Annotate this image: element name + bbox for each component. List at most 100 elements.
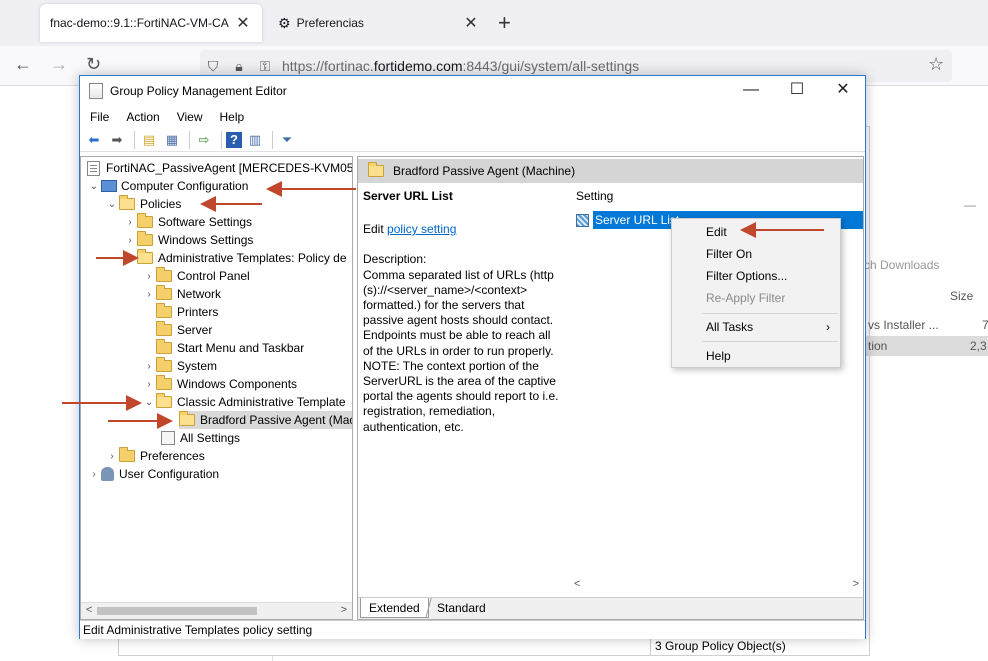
gpo-icon: [87, 160, 100, 176]
edit-policy-line: Edit policy setting: [363, 222, 457, 237]
menu-item-edit[interactable]: Edit: [672, 221, 840, 243]
folder-icon: [156, 267, 172, 282]
help-icon[interactable]: ?: [226, 131, 242, 148]
user-icon: [101, 467, 114, 481]
tree-bradford-passive-agent[interactable]: Bradford Passive Agent (Mac: [179, 411, 352, 429]
tab-extended[interactable]: Extended: [360, 598, 429, 618]
size-column-header: Size: [950, 289, 974, 303]
navigation-tree: FortiNAC_PassiveAgent [MERCEDES-KVM05.BU…: [80, 156, 353, 620]
tree-preferences[interactable]: › Preferences: [105, 447, 205, 465]
folder-icon: [156, 357, 172, 372]
scroll-left-icon[interactable]: <: [86, 604, 92, 616]
chevron-right-icon[interactable]: ›: [142, 289, 156, 300]
download-row-size: 2,3: [970, 339, 987, 353]
window-title: Group Policy Management Editor: [110, 84, 287, 98]
filter-icon[interactable]: ⏷: [277, 130, 297, 150]
window-titlebar[interactable]: Group Policy Management Editor — ☐ ✕: [80, 76, 865, 106]
menu-action[interactable]: Action: [116, 110, 166, 124]
tree-control-panel[interactable]: › Control Panel: [142, 267, 250, 285]
menu-file[interactable]: File: [80, 110, 116, 124]
show-hide-tree-icon[interactable]: ▦: [162, 130, 182, 150]
menu-item-filter-on[interactable]: Filter On: [672, 243, 840, 265]
menu-item-all-tasks[interactable]: All Tasks ›: [672, 316, 840, 338]
reload-icon[interactable]: ↻: [86, 54, 101, 75]
url-text: https://fortinac.fortidemo.com:8443/gui/…: [282, 58, 640, 74]
menu-item-help[interactable]: Help: [672, 345, 840, 367]
menu-bar: File Action View Help: [80, 106, 251, 128]
details-horizontal-scrollbar[interactable]: < >: [572, 577, 863, 594]
scroll-right-icon[interactable]: >: [853, 578, 859, 590]
tree-printers[interactable]: Printers: [142, 303, 218, 321]
tree-windows-settings[interactable]: › Windows Settings: [123, 231, 253, 249]
tree-computer-configuration[interactable]: ⌄ Computer Configuration: [87, 177, 249, 195]
tab-preferencias[interactable]: ⚙ Preferencias ✕: [266, 4, 490, 42]
description-label: Description:: [363, 252, 427, 267]
tree-windows-components[interactable]: › Windows Components: [142, 375, 297, 393]
menu-help[interactable]: Help: [210, 110, 252, 124]
forward-arrow-icon[interactable]: ➡: [107, 130, 127, 150]
chevron-right-icon[interactable]: ›: [142, 271, 156, 282]
minimize-icon: —: [964, 198, 976, 212]
forward-arrow-icon[interactable]: →: [50, 54, 68, 75]
chevron-down-icon[interactable]: ⌄: [105, 199, 119, 210]
chevron-right-icon[interactable]: ›: [123, 217, 137, 228]
back-arrow-icon[interactable]: ⬅: [84, 130, 104, 150]
chevron-right-icon[interactable]: ›: [87, 469, 101, 480]
tree-root[interactable]: FortiNAC_PassiveAgent [MERCEDES-KVM05.BU: [87, 159, 352, 177]
shield-icon[interactable]: ⛉: [200, 58, 226, 75]
folder-icon: [368, 162, 384, 177]
chevron-down-icon[interactable]: ⌄: [123, 253, 137, 264]
download-row-name: tion: [868, 339, 888, 353]
chevron-right-icon[interactable]: ›: [105, 451, 119, 462]
minimize-button[interactable]: —: [728, 76, 774, 106]
close-tab-icon[interactable]: ✕: [462, 13, 480, 33]
view-tabs: Extended Standard: [358, 597, 863, 619]
properties-icon[interactable]: ▥: [245, 130, 265, 150]
app-icon: [89, 83, 103, 99]
tab-title: fnac-demo::9.1::FortiNAC-VM-CA: [50, 16, 229, 30]
menu-item-filter-options[interactable]: Filter Options...: [672, 265, 840, 287]
chevron-right-icon[interactable]: ›: [123, 235, 137, 246]
up-folder-icon[interactable]: ▤: [139, 130, 159, 150]
tree-network[interactable]: › Network: [142, 285, 221, 303]
policy-title: Server URL List: [363, 189, 453, 203]
close-button[interactable]: ✕: [820, 76, 866, 106]
status-bar: Edit Administrative Templates policy set…: [80, 620, 865, 639]
tab-fortinac[interactable]: fnac-demo::9.1::FortiNAC-VM-CA ✕: [40, 4, 262, 42]
menu-view[interactable]: View: [167, 110, 210, 124]
tree-policies[interactable]: ⌄ Policies: [105, 195, 181, 213]
tree-user-configuration[interactable]: › User Configuration: [87, 465, 219, 483]
tree-software-settings[interactable]: › Software Settings: [123, 213, 252, 231]
chevron-right-icon[interactable]: ›: [142, 361, 156, 372]
tree-all-settings[interactable]: All Settings: [161, 429, 240, 447]
tree-server[interactable]: Server: [142, 321, 212, 339]
tab-title: Preferencias: [296, 16, 364, 30]
column-header-setting[interactable]: Setting: [576, 189, 613, 203]
folder-icon: [137, 213, 153, 228]
tree-horizontal-scrollbar[interactable]: < >: [81, 602, 352, 619]
tree-start-menu[interactable]: Start Menu and Taskbar: [142, 339, 304, 357]
scroll-left-icon[interactable]: <: [574, 578, 580, 590]
tree-classic-admin[interactable]: ⌄ Classic Administrative Template: [142, 393, 346, 411]
tree-system[interactable]: › System: [142, 357, 217, 375]
policy-setting-link[interactable]: policy setting: [387, 222, 456, 236]
key-icon[interactable]: ⚿: [252, 58, 278, 75]
folder-icon: [137, 249, 153, 264]
bookmark-star-icon[interactable]: ☆: [928, 54, 944, 75]
export-list-icon[interactable]: ⇨: [194, 130, 214, 150]
close-tab-icon[interactable]: ✕: [234, 13, 252, 33]
scroll-thumb[interactable]: [97, 607, 257, 615]
folder-icon: [119, 195, 135, 210]
back-arrow-icon[interactable]: ←: [14, 54, 32, 75]
chevron-right-icon[interactable]: ›: [142, 379, 156, 390]
folder-icon: [156, 375, 172, 390]
chevron-down-icon[interactable]: ⌄: [87, 181, 101, 192]
toolbar: ⬅ ➡ ▤ ▦ ⇨ ? ▥ ⏷: [80, 128, 865, 152]
tree-admin-templates[interactable]: ⌄ Administrative Templates: Policy de: [123, 249, 347, 267]
maximize-button[interactable]: ☐: [774, 76, 820, 106]
scroll-right-icon[interactable]: >: [341, 604, 347, 616]
tab-standard[interactable]: Standard: [425, 598, 497, 618]
chevron-down-icon[interactable]: ⌄: [142, 397, 156, 408]
lock-icon[interactable]: 🔒︎: [226, 58, 252, 75]
new-tab-button[interactable]: +: [498, 10, 511, 36]
